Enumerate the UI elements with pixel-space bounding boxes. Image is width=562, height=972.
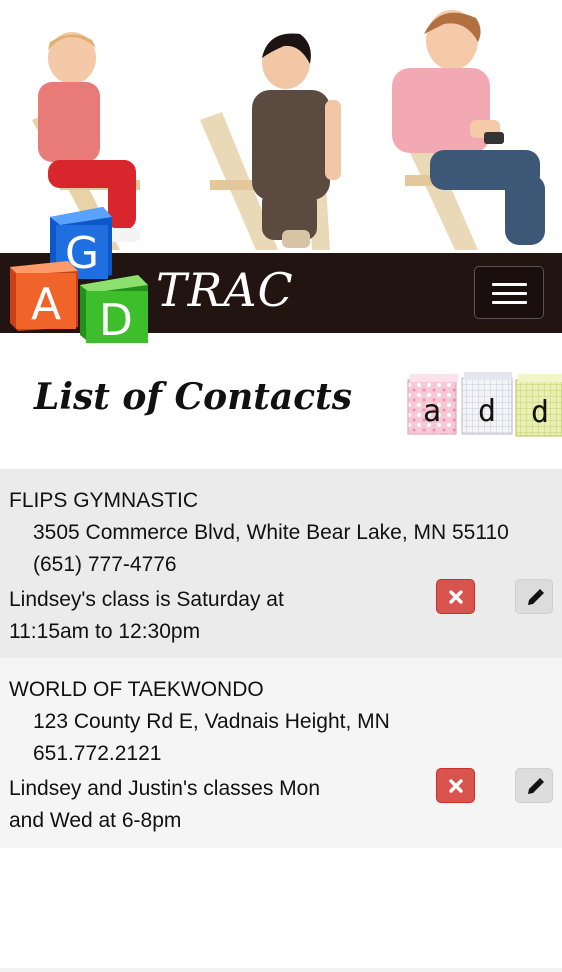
edit-button[interactable] <box>515 579 553 614</box>
child-middle <box>200 33 341 250</box>
agd-logo[interactable]: G A D <box>8 205 153 345</box>
pencil-icon <box>528 589 544 605</box>
pencil-icon <box>528 778 544 794</box>
add-contact-button[interactable]: a d d <box>406 372 562 438</box>
logo-block-d: D <box>80 275 148 345</box>
page-title: List of Contacts <box>34 376 353 418</box>
footer-divider <box>0 968 562 972</box>
contact-phone: (651) 777-4776 <box>33 553 177 576</box>
add-block-d-1: d <box>461 372 513 435</box>
menu-toggle-button[interactable] <box>474 266 544 319</box>
contact-note: Lindsey's class is Saturday at 11:15am t… <box>9 588 284 643</box>
add-block-d-2: d <box>515 374 562 437</box>
svg-text:A: A <box>31 279 61 330</box>
svg-text:d: d <box>531 395 549 430</box>
contact-note: Lindsey and Justin's classes Mon and Wed… <box>9 777 321 832</box>
child-right <box>392 10 545 250</box>
close-icon <box>449 779 463 793</box>
svg-text:D: D <box>99 295 133 345</box>
delete-button[interactable] <box>436 768 475 803</box>
contact-row: FLIPS GYMNASTIC 3505 Commerce Blvd, Whit… <box>0 469 562 658</box>
contact-address: 3505 Commerce Blvd, White Bear Lake, MN … <box>33 521 509 544</box>
edit-button[interactable] <box>515 768 553 803</box>
svg-text:a: a <box>423 394 441 429</box>
close-icon <box>449 590 463 604</box>
contact-row: WORLD OF TAEKWONDO 123 County Rd E, Vadn… <box>0 658 562 848</box>
delete-button[interactable] <box>436 579 475 614</box>
contact-address: 123 County Rd E, Vadnais Height, MN <box>33 710 390 733</box>
brand-title[interactable]: TRAC <box>156 263 294 317</box>
logo-block-a: A <box>10 261 78 331</box>
svg-text:d: d <box>478 394 496 429</box>
contact-phone: 651.772.2121 <box>33 742 162 765</box>
hamburger-icon <box>492 283 527 286</box>
add-block-a: a <box>407 374 458 435</box>
contact-name: WORLD OF TAEKWONDO <box>9 678 264 701</box>
contact-name: FLIPS GYMNASTIC <box>9 489 199 512</box>
